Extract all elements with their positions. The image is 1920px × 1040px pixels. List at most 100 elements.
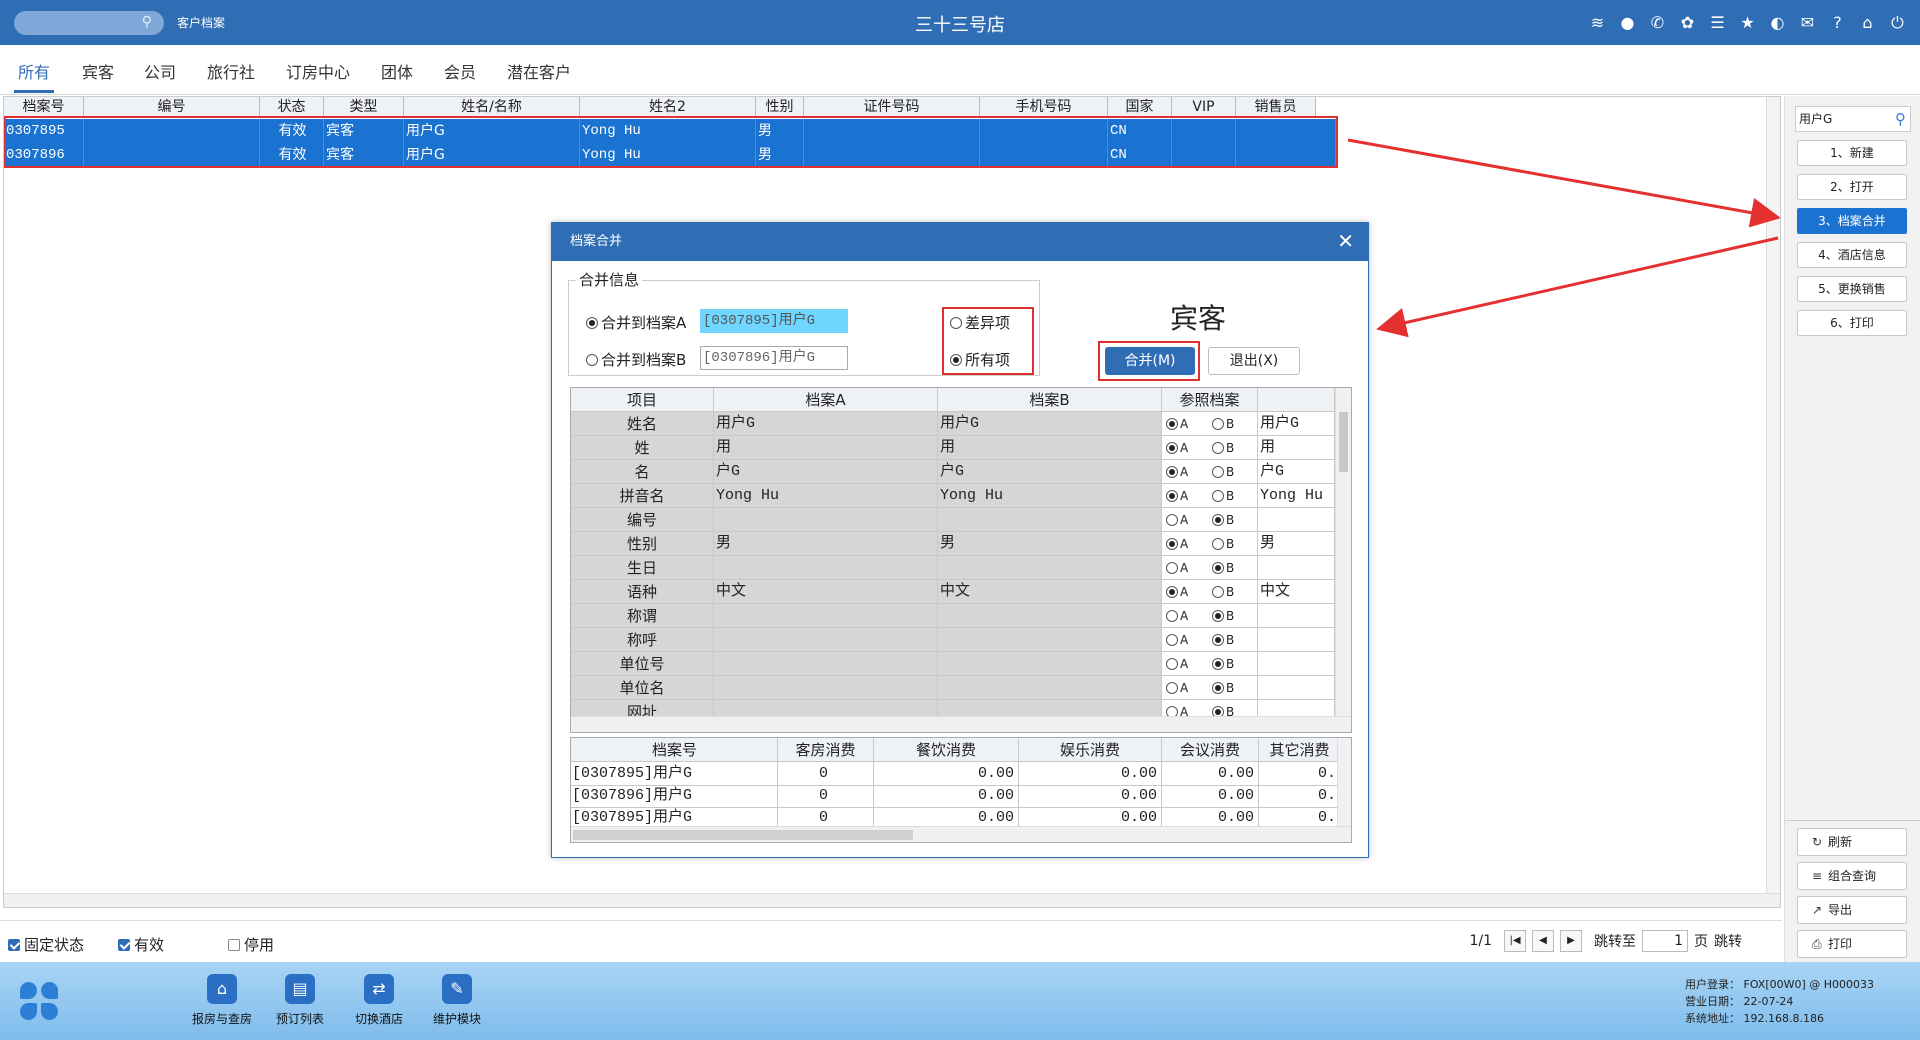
- theme-icon[interactable]: ◐: [1767, 12, 1788, 33]
- room-status-dock-item[interactable]: ⌂ 报房与查房: [182, 974, 262, 1027]
- compare-row[interactable]: 姓用用AB用: [571, 436, 1335, 460]
- col-header[interactable]: 销售员: [1236, 97, 1316, 117]
- choose-a-radio[interactable]: A: [1166, 652, 1210, 675]
- choose-b-radio[interactable]: B: [1212, 412, 1256, 435]
- combined-query-button[interactable]: ≡ 组合查询: [1797, 862, 1907, 890]
- choose-a-radio[interactable]: A: [1166, 580, 1210, 603]
- tab-group[interactable]: 团体: [381, 59, 413, 83]
- tab-company[interactable]: 公司: [144, 59, 176, 83]
- power-icon[interactable]: ⏻: [1887, 12, 1908, 33]
- field-compare-table[interactable]: 项目 档案A 档案B 参照档案 姓名 用户G 用户G A B 用户G 姓用用 A B 用名户G 户G…: [570, 387, 1352, 733]
- compare-vertical-scrollbar[interactable]: [1335, 388, 1351, 732]
- col-header[interactable]: 类型: [324, 97, 404, 117]
- col-header[interactable]: 国家: [1108, 97, 1172, 117]
- disabled-checkbox[interactable]: 停用: [228, 934, 274, 955]
- choose-a-radio[interactable]: A: [1166, 628, 1210, 651]
- compare-row[interactable]: 单位名 A B: [571, 676, 1335, 700]
- choose-a-radio[interactable]: A: [1166, 484, 1210, 507]
- app-logo-icon[interactable]: [20, 982, 60, 1022]
- tab-member[interactable]: 会员: [444, 59, 476, 83]
- compare-row[interactable]: 称谓 A B: [571, 604, 1335, 628]
- valid-checkbox[interactable]: 有效: [118, 934, 164, 955]
- compare-row[interactable]: 称呼 A B: [571, 628, 1335, 652]
- compare-row[interactable]: 生日 A B: [571, 556, 1335, 580]
- choose-b-radio[interactable]: B: [1212, 676, 1256, 699]
- tab-booking-center[interactable]: 订房中心: [286, 59, 350, 83]
- jump-button[interactable]: 跳转: [1714, 931, 1742, 951]
- next-page-button[interactable]: ▶: [1560, 930, 1582, 952]
- merge-to-a-radio[interactable]: 合并到档案A: [586, 312, 686, 333]
- phone-icon[interactable]: ✆: [1647, 12, 1668, 33]
- mail-icon[interactable]: ✉: [1797, 12, 1818, 33]
- hotel-info-button[interactable]: 4、酒店信息: [1797, 242, 1907, 268]
- col-header[interactable]: VIP: [1172, 97, 1236, 117]
- compare-row[interactable]: 单位号 A B: [571, 652, 1335, 676]
- fixed-status-checkbox[interactable]: 固定状态: [8, 934, 84, 955]
- print-button[interactable]: 6、打印: [1797, 310, 1907, 336]
- all-items-radio[interactable]: 所有项: [950, 349, 1010, 370]
- col-header[interactable]: 手机号码: [980, 97, 1108, 117]
- close-icon[interactable]: ✕: [1337, 223, 1354, 259]
- page-number-input[interactable]: 1: [1642, 930, 1688, 952]
- choose-a-radio[interactable]: A: [1166, 604, 1210, 627]
- refresh-button[interactable]: ↻ 刷新: [1797, 828, 1907, 856]
- col-header[interactable]: 姓名/名称: [404, 97, 580, 117]
- prev-page-button[interactable]: ◀: [1532, 930, 1554, 952]
- tab-guest[interactable]: 宾客: [82, 59, 114, 83]
- diff-items-radio[interactable]: 差异项: [950, 312, 1010, 333]
- col-header[interactable]: 档案号: [4, 97, 84, 117]
- choose-a-radio[interactable]: A: [1166, 460, 1210, 483]
- choose-a-radio[interactable]: A: [1166, 412, 1210, 435]
- choose-a-radio[interactable]: A: [1166, 436, 1210, 459]
- consumption-row[interactable]: [0307895]用户G 0 0.00 0.00 0.00 0.: [571, 762, 1341, 786]
- col-header[interactable]: 姓名2: [580, 97, 756, 117]
- choose-b-radio[interactable]: B: [1212, 604, 1256, 627]
- choose-b-radio[interactable]: B: [1212, 652, 1256, 675]
- choose-b-radio[interactable]: B: [1212, 508, 1256, 531]
- compare-row[interactable]: 姓名 用户G 用户G A B 用户G: [571, 412, 1335, 436]
- chat-icon[interactable]: ●: [1617, 12, 1638, 33]
- choose-b-radio[interactable]: B: [1212, 556, 1256, 579]
- star-icon[interactable]: ★: [1737, 12, 1758, 33]
- maintenance-dock-item[interactable]: ✎ 维护模块: [417, 974, 497, 1027]
- print-list-button[interactable]: ⎙ 打印: [1797, 930, 1907, 958]
- choose-b-radio[interactable]: B: [1212, 436, 1256, 459]
- change-sales-button[interactable]: 5、更换销售: [1797, 276, 1907, 302]
- merge-a-field[interactable]: [0307895]用户G: [700, 309, 848, 333]
- switch-hotel-dock-item[interactable]: ⇄ 切换酒店: [339, 974, 419, 1027]
- compare-row[interactable]: 编号 A B: [571, 508, 1335, 532]
- merge-button[interactable]: 合并(M): [1105, 347, 1195, 375]
- compare-row[interactable]: 性别男男 A B 男: [571, 532, 1335, 556]
- consumption-table[interactable]: 档案号 客房消费 餐饮消费 娱乐消费 会议消费 其它消费 [0307895]用户…: [570, 737, 1352, 843]
- choose-a-radio[interactable]: A: [1166, 676, 1210, 699]
- palette-icon[interactable]: ✿: [1677, 12, 1698, 33]
- open-button[interactable]: 2、打开: [1797, 174, 1907, 200]
- tab-potential-customer[interactable]: 潜在客户: [507, 59, 571, 83]
- compare-horizontal-scrollbar[interactable]: [571, 716, 1351, 732]
- consumption-row[interactable]: [0307896]用户G 0 0.00 0.00 0.00 0.: [571, 784, 1341, 808]
- choose-b-radio[interactable]: B: [1212, 580, 1256, 603]
- merge-to-b-radio[interactable]: 合并到档案B: [586, 349, 686, 370]
- home-icon[interactable]: ⌂: [1857, 12, 1878, 33]
- tab-travel-agency[interactable]: 旅行社: [207, 59, 255, 83]
- wifi-icon[interactable]: ≋: [1587, 12, 1608, 33]
- choose-a-radio[interactable]: A: [1166, 508, 1210, 531]
- grid-vertical-scrollbar[interactable]: [1766, 97, 1780, 907]
- help-icon[interactable]: ?: [1827, 12, 1848, 33]
- col-header[interactable]: 状态: [260, 97, 324, 117]
- reservation-list-dock-item[interactable]: ▤ 预订列表: [260, 974, 340, 1027]
- choose-b-radio[interactable]: B: [1212, 460, 1256, 483]
- grid-horizontal-scrollbar[interactable]: [4, 893, 1780, 907]
- choose-b-radio[interactable]: B: [1212, 628, 1256, 651]
- choose-b-radio[interactable]: B: [1212, 484, 1256, 507]
- search-icon[interactable]: ⚲: [1895, 107, 1906, 131]
- new-button[interactable]: 1、新建: [1797, 140, 1907, 166]
- menu-icon[interactable]: ☰: [1707, 12, 1728, 33]
- choose-a-radio[interactable]: A: [1166, 532, 1210, 555]
- choose-a-radio[interactable]: A: [1166, 556, 1210, 579]
- col-header[interactable]: 编号: [84, 97, 260, 117]
- col-header[interactable]: 证件号码: [804, 97, 980, 117]
- consumption-horizontal-scrollbar[interactable]: [571, 826, 1351, 842]
- compare-row[interactable]: 名户G 户G A B 户G: [571, 460, 1335, 484]
- exit-button[interactable]: 退出(X): [1208, 347, 1300, 375]
